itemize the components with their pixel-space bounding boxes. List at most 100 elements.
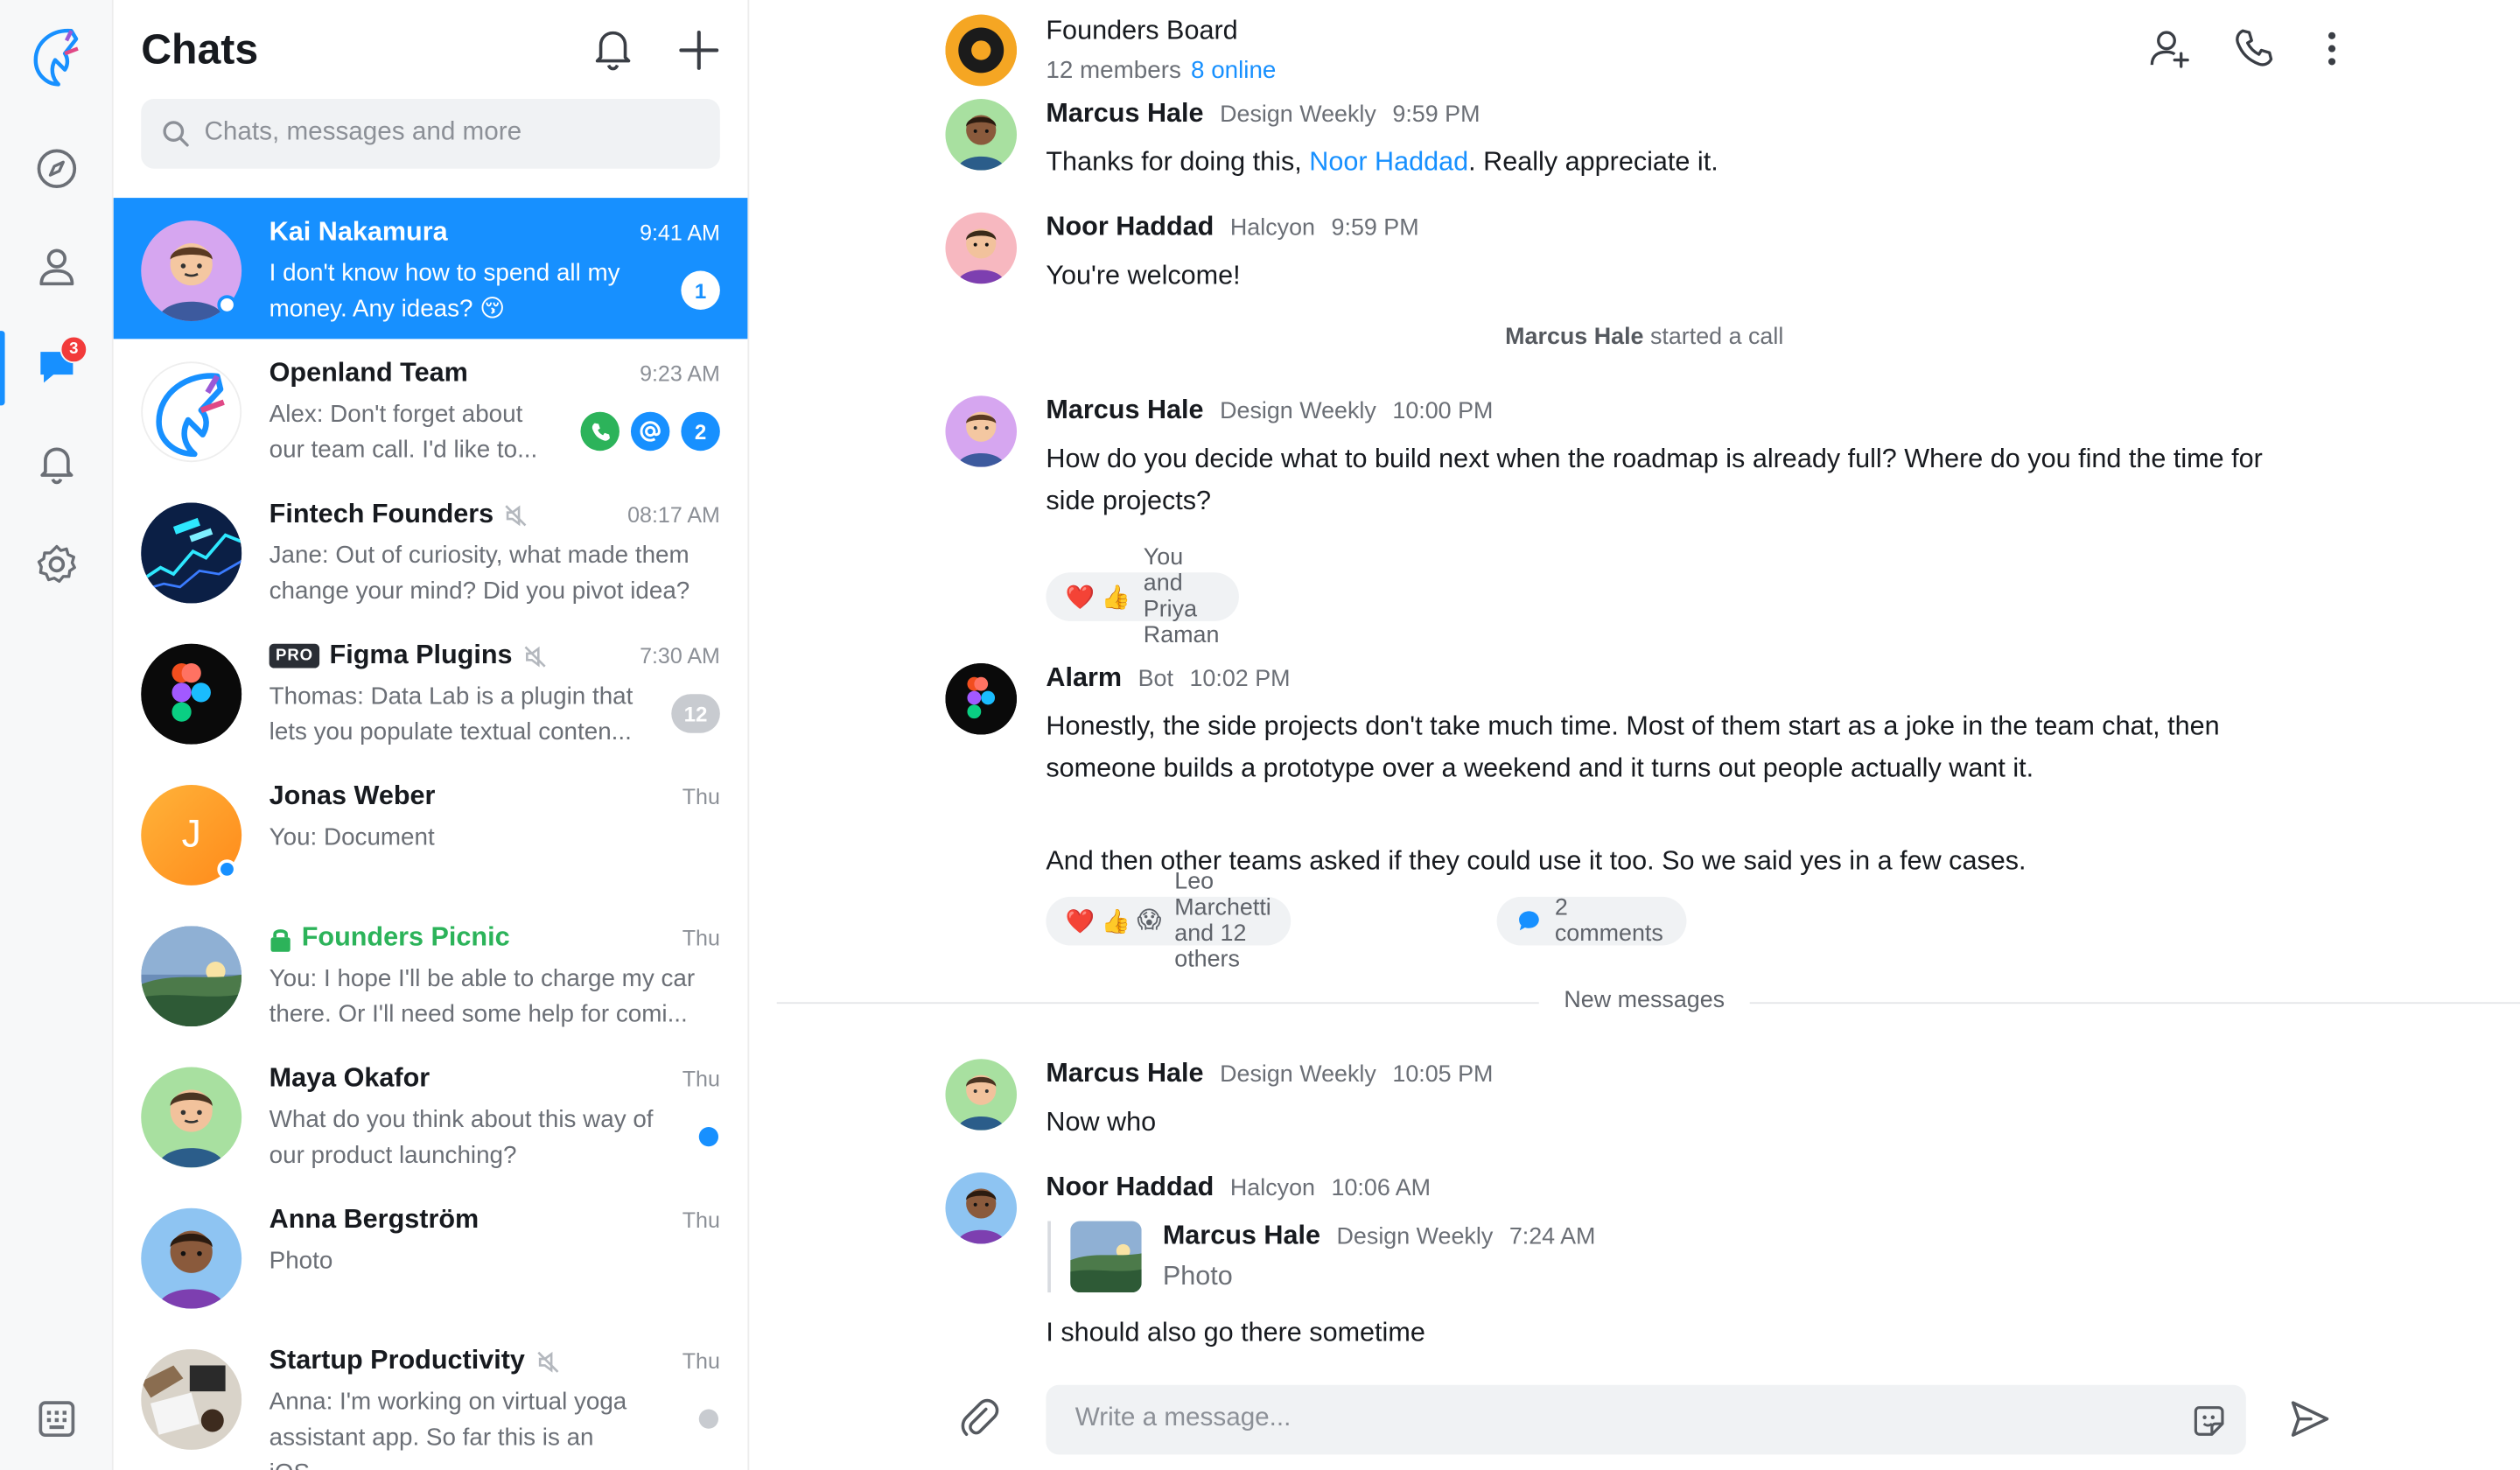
new-messages-label: New messages — [1538, 987, 1750, 1014]
chat-name: Startup Productivity — [270, 1346, 561, 1376]
mention-link[interactable]: Noor Haddad — [1309, 148, 1468, 177]
search-input[interactable]: Chats, messages and more — [141, 99, 720, 169]
chat-item-jonas-weber[interactable]: J Jonas Weber Thu You: Document — [114, 762, 748, 903]
scream-icon: 😱 — [1137, 907, 1162, 934]
message-time: 9:59 PM — [1331, 215, 1419, 242]
chat-preview-text: You: I hope I'll be able to charge my ca… — [269, 964, 696, 1028]
chat-preview: Thomas: Data Lab is a plugin that lets y… — [269, 682, 634, 746]
chat-item-kai-nakamura[interactable]: Kai Nakamura 9:41 AM I don't know how to… — [113, 198, 748, 340]
chat-time: 08:17 AM — [627, 502, 720, 528]
mention-icon — [630, 411, 670, 452]
chat-time: Thu — [682, 1208, 720, 1233]
more-options-icon[interactable] — [2313, 26, 2351, 72]
chat-preview: Jane: Out of curiosity, what made them c… — [269, 542, 690, 606]
heart-icon: ❤️ — [1065, 584, 1096, 611]
chat-title[interactable]: Founders Board — [1046, 17, 1237, 47]
call-icon[interactable] — [2231, 26, 2277, 72]
bot-avatar[interactable] — [945, 662, 1018, 735]
chat-name: Openland Team — [269, 358, 468, 388]
chat-time: Thu — [682, 1067, 720, 1092]
reply-quote-bar — [1047, 1221, 1051, 1293]
reply-time: 7:24 AM — [1508, 1224, 1596, 1250]
message-header: Marcus Hale Design Weekly 10:00 PM — [1046, 396, 1493, 426]
chat-name: PRO Figma Plugins — [269, 640, 549, 671]
workspace-photo-avatar — [141, 1348, 242, 1450]
message-header: Marcus Hale Design Weekly 10:05 PM — [1046, 1059, 1493, 1089]
chat-item-startup-productivity[interactable]: Startup Productivity Thu Anna: I'm worki… — [114, 1326, 748, 1470]
muted-unread-dot — [698, 1409, 719, 1429]
sender-org[interactable]: Design Weekly — [1220, 399, 1376, 425]
attach-paperclip-icon[interactable] — [956, 1395, 1004, 1444]
sender-org[interactable]: Halcyon — [1230, 215, 1315, 242]
online-count[interactable]: 8 online — [1191, 57, 1276, 85]
bell-icon[interactable] — [28, 435, 87, 494]
avatar[interactable] — [945, 396, 1018, 467]
chat-time: Thu — [682, 926, 720, 951]
system-actor[interactable]: Marcus Hale — [1505, 325, 1643, 351]
chat-item-figma-plugins[interactable]: PRO Figma Plugins 7:30 AM Thomas: Data L… — [114, 621, 748, 762]
sender-name[interactable]: Marcus Hale — [1046, 99, 1203, 130]
sender-name[interactable]: Noor Haddad — [1046, 1172, 1214, 1203]
reactions-bar[interactable]: ❤️ 👍 You and Priya Raman — [1046, 545, 1239, 648]
reply-header: Marcus Hale Design Weekly 7:24 AM — [1163, 1222, 1596, 1252]
reactions-summary: You and Priya Raman — [1143, 544, 1220, 649]
message-time: 10:02 PM — [1189, 666, 1291, 693]
chat-name-text: Startup Productivity — [269, 1346, 525, 1376]
chat-preview: You: Document — [269, 823, 435, 851]
member-count[interactable]: 12 members — [1046, 57, 1181, 85]
keyboard-icon[interactable] — [28, 1390, 87, 1448]
sender-name[interactable]: Alarm — [1046, 663, 1122, 694]
sender-org[interactable]: Design Weekly — [1220, 102, 1376, 129]
message-header: Noor Haddad Halcyon 10:06 AM — [1046, 1172, 1431, 1203]
reply-sender-name[interactable]: Marcus Hale — [1163, 1222, 1320, 1252]
chat-name: Fintech Founders — [270, 500, 529, 530]
comments-button[interactable]: 2 comments — [1496, 895, 1687, 947]
reply-sender-org[interactable]: Design Weekly — [1337, 1224, 1494, 1250]
chat-item-founders-picnic[interactable]: Founders Picnic Thu You: I hope I'll be … — [114, 903, 748, 1044]
chat-name: Jonas Weber — [269, 781, 436, 811]
message-time: 10:06 AM — [1331, 1175, 1432, 1202]
compass-icon[interactable] — [28, 139, 87, 198]
avatar[interactable] — [945, 99, 1018, 171]
notifications-bell-icon[interactable] — [591, 26, 636, 72]
message-header: Noor Haddad Halcyon 9:59 PM — [1046, 213, 1418, 243]
chat-preview: I don't know how to spend all my money. … — [269, 259, 620, 323]
sender-name[interactable]: Noor Haddad — [1046, 213, 1214, 243]
reply-photo-thumbnail[interactable] — [1070, 1221, 1142, 1293]
chat-item-anna-bergstrom[interactable]: Anna Bergström Thu Photo — [114, 1186, 748, 1326]
chat-item-maya-okafor[interactable]: Maya Okafor Thu What do you think about … — [114, 1045, 748, 1186]
thumbs-up-icon: 👍 — [1101, 584, 1130, 611]
avatar — [141, 1067, 242, 1168]
unread-count-badge: 12 — [671, 694, 720, 733]
sender-org[interactable]: Design Weekly — [1220, 1062, 1376, 1088]
message-text: Thanks for doing this, Noor Haddad. Real… — [1046, 141, 2278, 183]
sticker-icon[interactable] — [2191, 1403, 2227, 1438]
person-icon[interactable] — [28, 237, 87, 296]
nav-rail: 3 — [0, 0, 114, 1470]
send-icon[interactable] — [2286, 1396, 2332, 1442]
chat-item-fintech-founders[interactable]: Fintech Founders 08:17 AM Jane: Out of c… — [114, 480, 748, 621]
message-time: 10:00 PM — [1392, 398, 1494, 425]
sender-name[interactable]: Marcus Hale — [1046, 1059, 1203, 1089]
avatar[interactable] — [945, 1059, 1018, 1130]
sender-org[interactable]: Halcyon — [1230, 1176, 1315, 1202]
add-member-icon[interactable] — [2147, 26, 2193, 72]
system-message: Marcus Hale started a call — [749, 325, 2520, 351]
chat-preview: Anna: I'm working on virtual yoga assist… — [269, 1388, 627, 1470]
app-logo-icon[interactable] — [28, 28, 87, 87]
chat-item-openland-team[interactable]: Openland Team 9:23 AM Alex: Don't forget… — [114, 339, 748, 480]
avatar[interactable] — [945, 1172, 1018, 1244]
avatar[interactable] — [945, 212, 1018, 284]
search-placeholder: Chats, messages and more — [204, 118, 522, 146]
group-avatar[interactable] — [945, 14, 1018, 87]
sender-name[interactable]: Marcus Hale — [1046, 396, 1203, 426]
chat-time: Thu — [682, 784, 720, 809]
message-input[interactable]: Write a message... — [1046, 1384, 2246, 1455]
chat-name: Anna Bergström — [269, 1205, 480, 1235]
message-text: Honestly, the side projects don't take m… — [1046, 711, 2220, 784]
settings-icon[interactable] — [28, 536, 87, 594]
muted-icon — [524, 645, 546, 667]
new-chat-plus-icon[interactable] — [676, 28, 722, 74]
chat-list-title: Chats — [141, 24, 259, 74]
reactions-bar[interactable]: ❤️ 👍 😱 Leo Marchetti and 12 others — [1046, 869, 1291, 973]
